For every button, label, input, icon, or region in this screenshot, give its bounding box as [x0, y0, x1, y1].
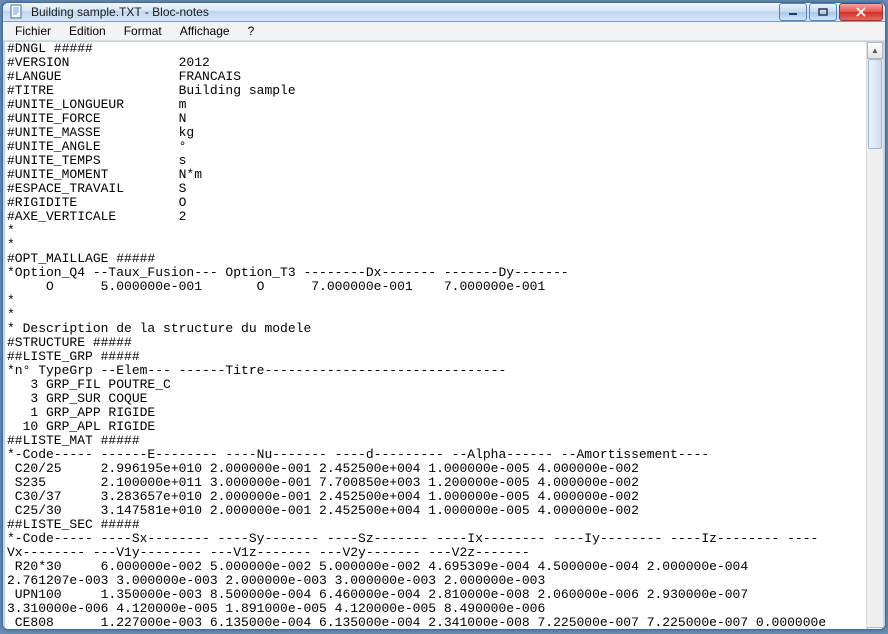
close-icon: [855, 7, 867, 17]
window-title: Building sample.TXT - Bloc-notes: [31, 5, 779, 19]
scroll-thumb[interactable]: [868, 59, 882, 149]
minimize-button[interactable]: [779, 3, 807, 21]
text-editor[interactable]: #DNGL ##### #VERSION 2012 #LANGUE FRANCA…: [5, 42, 866, 630]
scroll-down-button[interactable]: ▼: [867, 627, 883, 630]
vertical-scrollbar[interactable]: ▲ ▼: [866, 42, 883, 630]
maximize-button[interactable]: [809, 3, 837, 21]
menu-edit[interactable]: Edition: [61, 22, 114, 40]
notepad-window: Building sample.TXT - Bloc-notes Fichier…: [2, 2, 886, 630]
titlebar[interactable]: Building sample.TXT - Bloc-notes: [3, 3, 885, 22]
window-controls: [779, 3, 883, 21]
menu-file[interactable]: Fichier: [7, 22, 59, 40]
maximize-icon: [818, 8, 828, 16]
notepad-icon: [9, 4, 25, 20]
menu-format[interactable]: Format: [116, 22, 170, 40]
menu-view[interactable]: Affichage: [172, 22, 238, 40]
client-area: #DNGL ##### #VERSION 2012 #LANGUE FRANCA…: [3, 41, 885, 630]
close-button[interactable]: [839, 3, 883, 21]
minimize-icon: [788, 8, 798, 16]
menu-help[interactable]: ?: [240, 22, 263, 40]
scroll-track[interactable]: [867, 59, 883, 627]
menubar: Fichier Edition Format Affichage ?: [3, 22, 885, 41]
scroll-up-button[interactable]: ▲: [867, 42, 883, 59]
